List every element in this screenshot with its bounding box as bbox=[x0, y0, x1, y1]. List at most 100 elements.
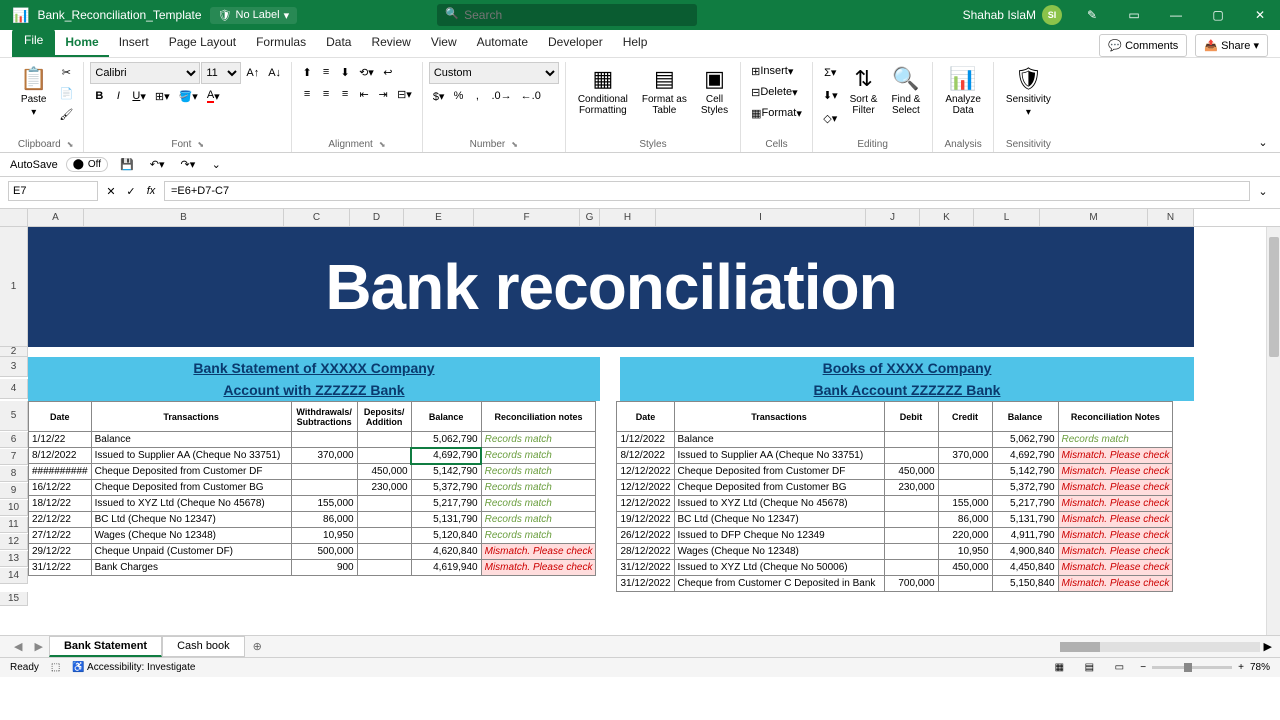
comma-icon[interactable]: , bbox=[468, 86, 486, 106]
tab-help[interactable]: Help bbox=[613, 29, 658, 57]
share-button[interactable]: 📤 Share ▾ bbox=[1195, 34, 1268, 57]
decrease-indent-icon[interactable]: ⇤ bbox=[355, 84, 373, 104]
table-row[interactable]: 29/12/22Cheque Unpaid (Customer DF)500,0… bbox=[29, 544, 596, 560]
worksheet-grid[interactable]: 1 Bank reconciliation 2 3 Bank Statement… bbox=[0, 227, 1280, 635]
col-header-N[interactable]: N bbox=[1148, 209, 1194, 226]
bank-statement-table[interactable]: DateTransactionsWithdrawals/ Subtraction… bbox=[28, 401, 596, 576]
table-row[interactable]: 1/12/22Balance5,062,790Records match bbox=[29, 432, 596, 448]
align-right-icon[interactable]: ≡ bbox=[336, 84, 354, 104]
font-color-button[interactable]: A▾ bbox=[203, 86, 224, 106]
formula-input[interactable] bbox=[164, 181, 1250, 201]
sort-filter-button[interactable]: ⇅Sort & Filter bbox=[844, 62, 884, 120]
undo-icon[interactable]: ↶▾ bbox=[146, 155, 169, 175]
col-header-H[interactable]: H bbox=[600, 209, 656, 226]
font-name-select[interactable]: Calibri bbox=[90, 62, 200, 84]
sheet-nav-next-icon[interactable]: ▶ bbox=[28, 640, 48, 653]
dialog-launcher-icon[interactable]: ⬊ bbox=[511, 140, 518, 149]
table-row[interactable]: 27/12/22Wages (Cheque No 12348)10,9505,1… bbox=[29, 528, 596, 544]
zoom-slider[interactable] bbox=[1152, 666, 1232, 669]
align-bottom-icon[interactable]: ⬇ bbox=[336, 62, 354, 82]
sensitivity-label-button[interactable]: 🛡 No Label ▾ bbox=[210, 7, 298, 24]
cell-styles-button[interactable]: ▣Cell Styles bbox=[695, 62, 734, 120]
redo-icon[interactable]: ↷▾ bbox=[177, 155, 200, 175]
row-header[interactable]: 10 bbox=[0, 500, 28, 516]
books-table[interactable]: DateTransactionsDebitCreditBalanceReconc… bbox=[616, 401, 1173, 592]
table-row[interactable]: 31/12/2022Cheque from Customer C Deposit… bbox=[617, 576, 1173, 592]
tab-formulas[interactable]: Formulas bbox=[246, 29, 316, 57]
format-cells-button[interactable]: ▦ Format ▾ bbox=[747, 104, 806, 122]
insert-cells-button[interactable]: ⊞ Insert ▾ bbox=[747, 62, 797, 80]
col-header-B[interactable]: B bbox=[84, 209, 284, 226]
col-header-M[interactable]: M bbox=[1040, 209, 1148, 226]
col-header-E[interactable]: E bbox=[404, 209, 474, 226]
tab-review[interactable]: Review bbox=[361, 29, 420, 57]
col-header-D[interactable]: D bbox=[350, 209, 404, 226]
search-box[interactable]: 🔍 bbox=[437, 4, 697, 26]
view-page-layout-icon[interactable]: ▤ bbox=[1080, 658, 1098, 678]
expand-formula-icon[interactable]: ⌄ bbox=[1254, 181, 1272, 201]
tab-insert[interactable]: Insert bbox=[109, 29, 159, 57]
comments-button[interactable]: 💬 Comments bbox=[1099, 34, 1187, 57]
copy-icon[interactable]: 📄 bbox=[55, 83, 77, 103]
font-size-select[interactable]: 11 bbox=[201, 62, 241, 84]
table-row[interactable]: 12/12/2022Cheque Deposited from Customer… bbox=[617, 464, 1173, 480]
tab-automate[interactable]: Automate bbox=[467, 29, 538, 57]
macro-record-icon[interactable]: ⬚ bbox=[51, 662, 60, 673]
table-row[interactable]: 18/12/22Issued to XYZ Ltd (Cheque No 456… bbox=[29, 496, 596, 512]
table-row[interactable]: 19/12/2022BC Ltd (Cheque No 12347)86,000… bbox=[617, 512, 1173, 528]
name-box[interactable] bbox=[8, 181, 98, 201]
table-row[interactable]: 12/12/2022Cheque Deposited from Customer… bbox=[617, 480, 1173, 496]
sensitivity-button[interactable]: 🛡Sensitivity▾ bbox=[1000, 62, 1057, 122]
view-normal-icon[interactable]: ▦ bbox=[1050, 658, 1068, 678]
add-sheet-button[interactable]: ⊕ bbox=[245, 640, 270, 653]
row-header[interactable]: 12 bbox=[0, 534, 28, 550]
cut-icon[interactable]: ✂ bbox=[55, 62, 77, 82]
row-header[interactable]: 6 bbox=[0, 432, 28, 448]
hscroll-right-icon[interactable]: ▶ bbox=[1264, 640, 1272, 653]
percent-icon[interactable]: % bbox=[449, 86, 467, 106]
table-row[interactable]: 31/12/22Bank Charges9004,619,940Mismatch… bbox=[29, 560, 596, 576]
increase-decimal-icon[interactable]: .0→ bbox=[487, 86, 515, 106]
col-header-C[interactable]: C bbox=[284, 209, 350, 226]
hscroll-track[interactable] bbox=[1060, 642, 1260, 652]
row-header[interactable]: 4 bbox=[0, 379, 28, 399]
align-middle-icon[interactable]: ≡ bbox=[317, 62, 335, 82]
col-header-J[interactable]: J bbox=[866, 209, 920, 226]
paste-button[interactable]: 📋Paste▾ bbox=[14, 62, 53, 122]
maximize-button[interactable]: ▢ bbox=[1198, 0, 1238, 30]
tab-developer[interactable]: Developer bbox=[538, 29, 613, 57]
wrap-text-icon[interactable]: ↩ bbox=[379, 62, 397, 82]
table-row[interactable]: 8/12/2022Issued to Supplier AA (Cheque N… bbox=[29, 448, 596, 464]
autosave-toggle[interactable]: ⬤ Off bbox=[66, 157, 108, 172]
column-headers[interactable]: ABCDEFGHIJKLMN bbox=[0, 209, 1280, 227]
table-row[interactable]: ##########Cheque Deposited from Customer… bbox=[29, 464, 596, 480]
format-as-table-button[interactable]: ▤Format as Table bbox=[636, 62, 693, 120]
row-header[interactable]: 2 bbox=[0, 347, 28, 357]
row-header[interactable]: 8 bbox=[0, 466, 28, 482]
row-header[interactable]: 3 bbox=[0, 357, 28, 377]
fill-icon[interactable]: ⬇▾ bbox=[819, 85, 842, 105]
format-painter-icon[interactable]: 🖌 bbox=[55, 104, 77, 124]
filter-icon[interactable]: ⌄ bbox=[207, 155, 225, 175]
row-header[interactable]: 9 bbox=[0, 483, 28, 499]
col-header-A[interactable]: A bbox=[28, 209, 84, 226]
decrease-decimal-icon[interactable]: ←.0 bbox=[517, 86, 545, 106]
save-icon[interactable]: 💾 bbox=[116, 155, 138, 175]
align-top-icon[interactable]: ⬆ bbox=[298, 62, 316, 82]
zoom-out-icon[interactable]: − bbox=[1140, 662, 1146, 673]
row-header[interactable]: 7 bbox=[0, 449, 28, 465]
italic-button[interactable]: I bbox=[109, 86, 127, 106]
zoom-level[interactable]: 78% bbox=[1250, 662, 1270, 673]
enter-formula-icon[interactable]: ✓ bbox=[122, 181, 140, 201]
row-header[interactable]: 11 bbox=[0, 517, 28, 533]
tab-file[interactable]: File bbox=[12, 29, 55, 57]
user-name[interactable]: Shahab IslaM bbox=[963, 8, 1036, 22]
col-header-F[interactable]: F bbox=[474, 209, 580, 226]
vertical-scrollbar[interactable] bbox=[1266, 227, 1280, 635]
row-header[interactable]: 13 bbox=[0, 551, 28, 567]
dialog-launcher-icon[interactable]: ⬊ bbox=[379, 140, 386, 149]
cancel-formula-icon[interactable]: ✕ bbox=[102, 181, 120, 201]
pen-icon[interactable]: ✎ bbox=[1072, 0, 1112, 30]
border-button[interactable]: ⊞▾ bbox=[151, 86, 174, 106]
search-input[interactable] bbox=[437, 4, 697, 26]
